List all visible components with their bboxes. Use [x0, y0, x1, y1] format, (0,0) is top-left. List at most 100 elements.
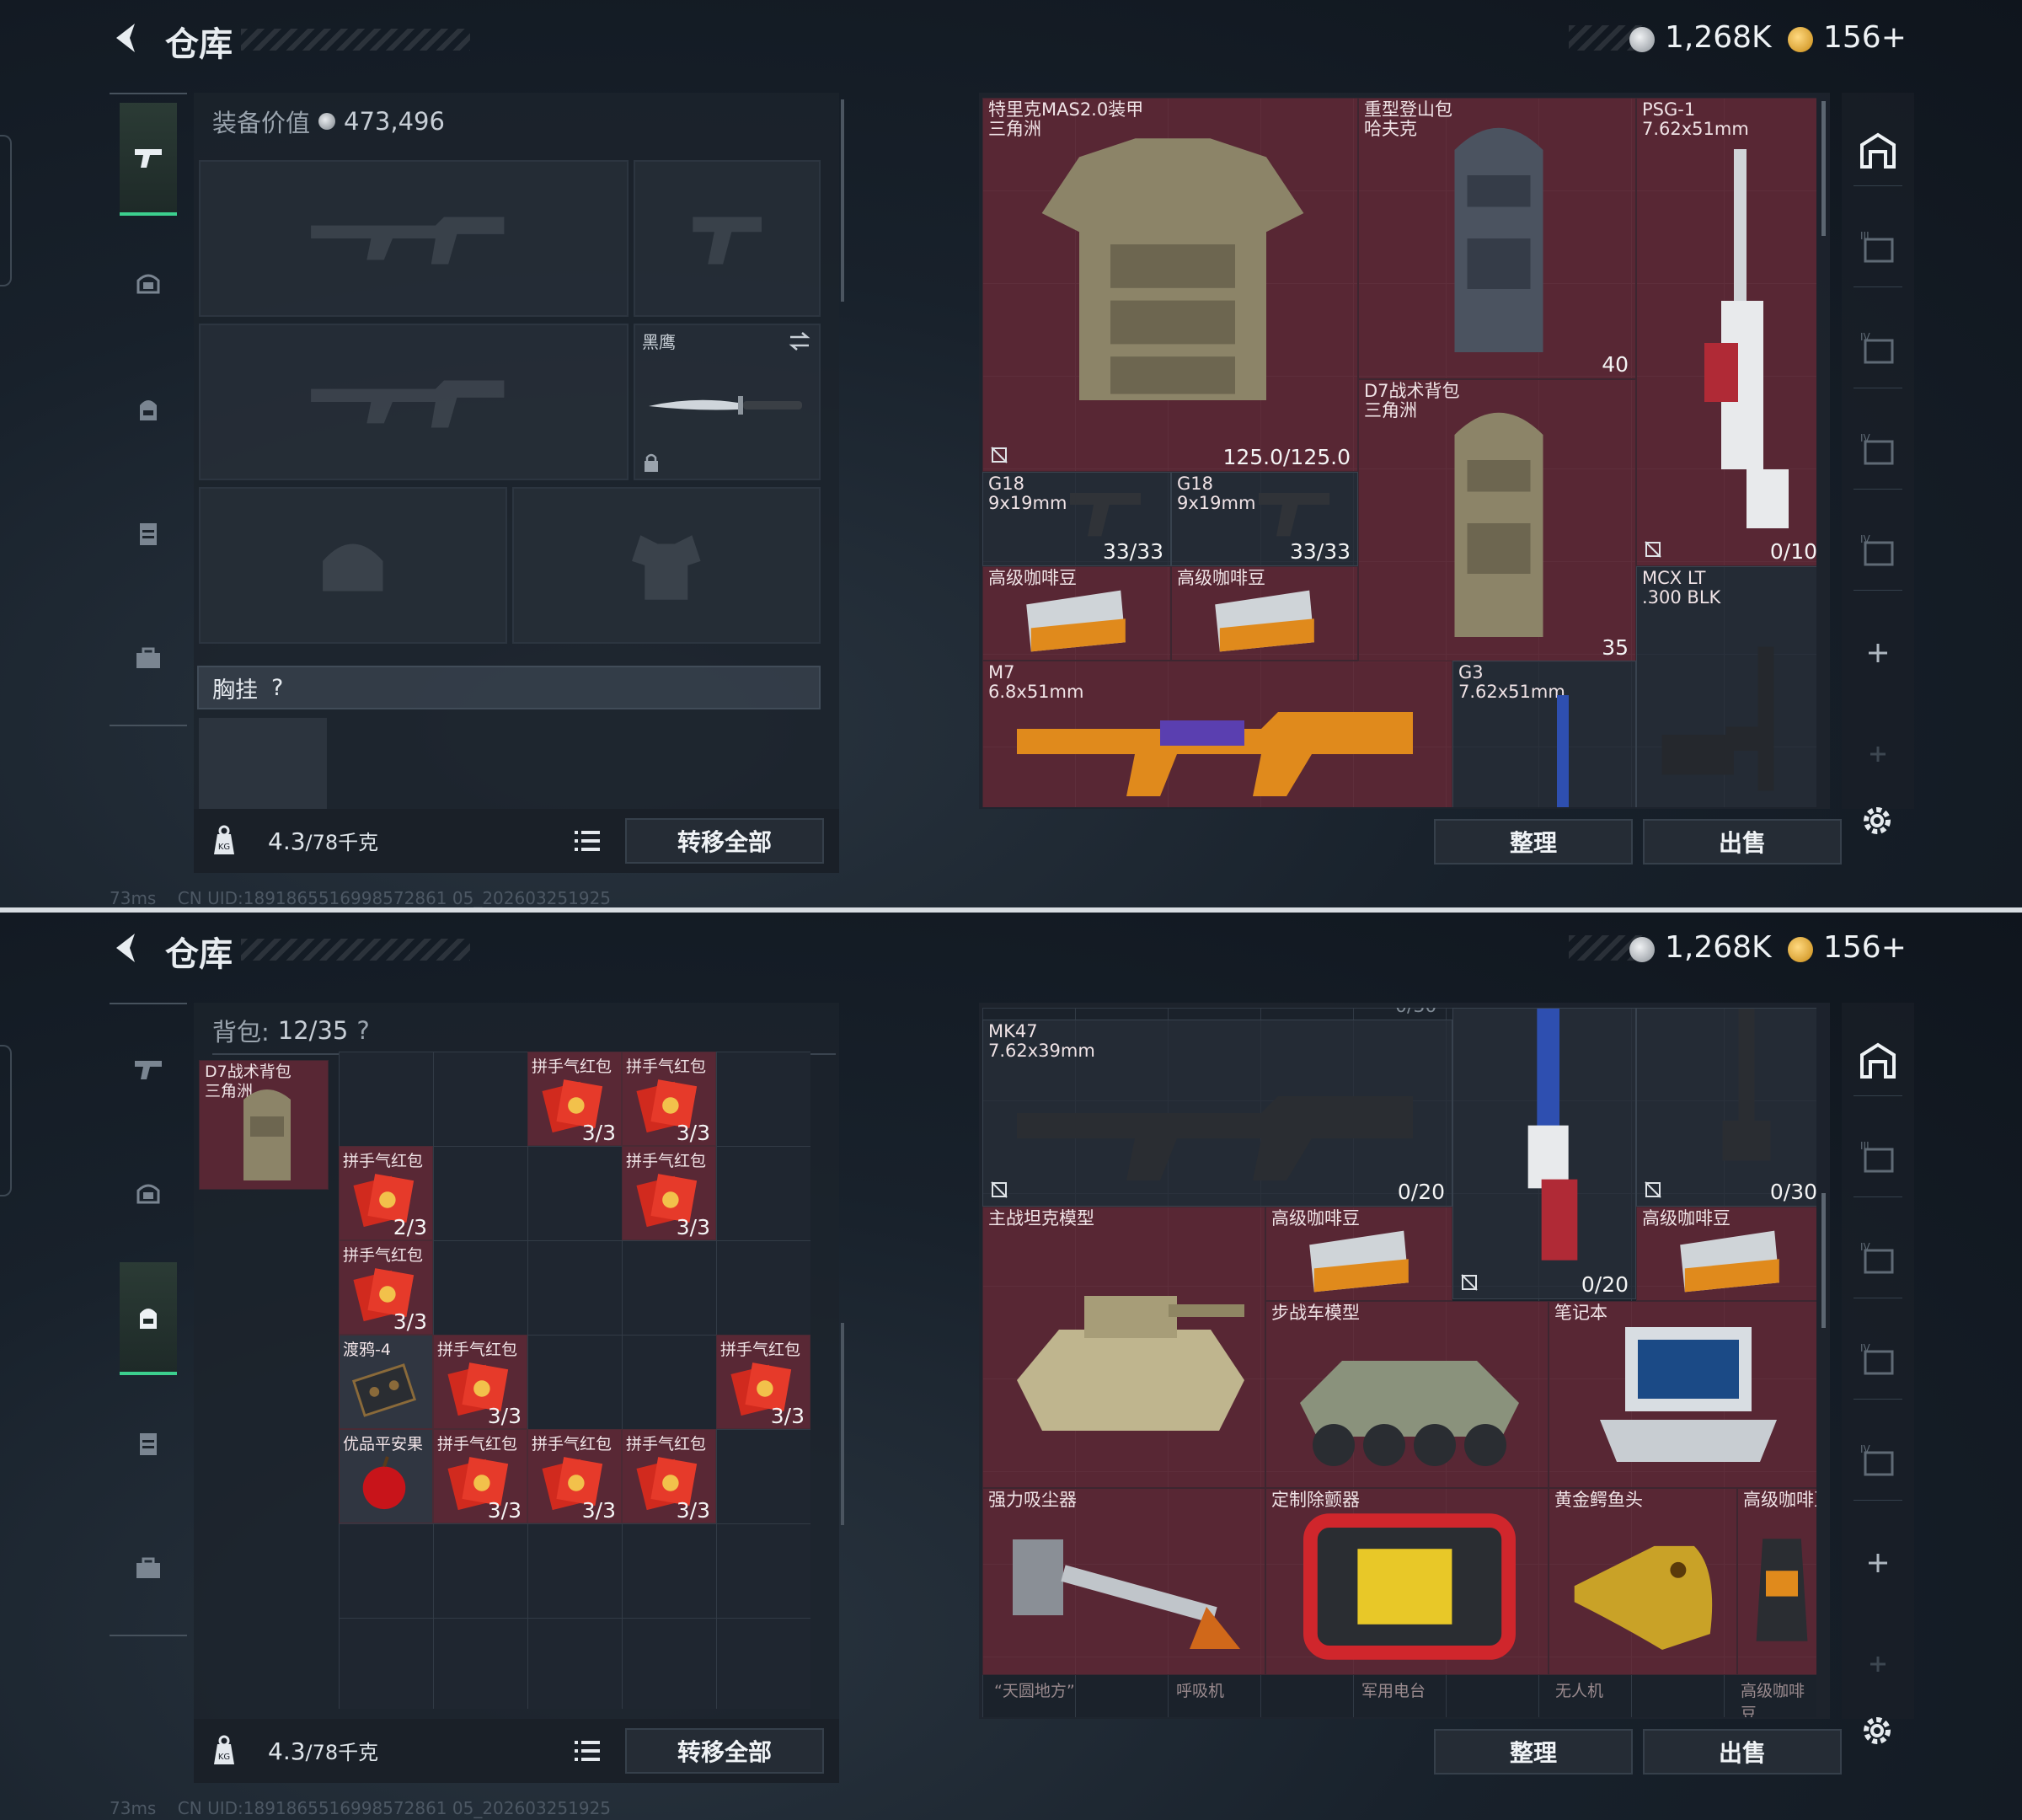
- stash-item-g3[interactable]: G3 7.62x51mm: [1452, 661, 1636, 807]
- tab-vest[interactable]: [120, 1387, 177, 1500]
- side-drawer-tab[interactable]: [0, 135, 12, 286]
- item-name: 渡鸦-4: [343, 1341, 391, 1359]
- stash-page-4-icon[interactable]: IV: [1857, 1239, 1899, 1281]
- tab-backpack[interactable]: [120, 352, 177, 465]
- stash-page-3-icon[interactable]: III: [1857, 1138, 1899, 1180]
- stash-item-painted-rifle[interactable]: 0/20: [1452, 1008, 1636, 1299]
- gear-icon[interactable]: [1859, 1712, 1896, 1749]
- scrollbar[interactable]: [1821, 1193, 1826, 1328]
- tab-case[interactable]: [120, 1512, 177, 1625]
- side-drawer-tab[interactable]: [0, 1045, 12, 1196]
- stash-item-g18-b[interactable]: G18 9x19mm 33/33: [1171, 472, 1358, 566]
- scrollbar[interactable]: [841, 1323, 844, 1525]
- tab-helmet[interactable]: [120, 228, 177, 340]
- stash-page-3-icon[interactable]: III: [1857, 228, 1899, 270]
- bag-item-red-packet[interactable]: 拼手气红包 3/3: [622, 1146, 716, 1240]
- stash-item-vacuum[interactable]: 强力吸尘器: [982, 1488, 1265, 1675]
- secondary-weapon-slot[interactable]: [199, 324, 629, 480]
- stash-item-d7-pack[interactable]: D7战术背包 三角洲 35: [1358, 379, 1636, 662]
- scrollbar[interactable]: [841, 99, 844, 302]
- stash-page-4c-icon[interactable]: IV: [1857, 531, 1899, 573]
- warehouse-icon[interactable]: [1857, 130, 1899, 172]
- gold-coin-icon: [1788, 937, 1813, 962]
- stash-item-rifle-stock[interactable]: 0/30: [1636, 1008, 1816, 1207]
- help-icon[interactable]: ?: [356, 1016, 369, 1045]
- chest-rig-bar[interactable]: 胸挂 ?: [197, 666, 821, 709]
- bag-item-red-packet[interactable]: 拼手气红包 3/3: [527, 1429, 622, 1523]
- melee-slot[interactable]: 黑鹰: [634, 324, 821, 480]
- stash-page-4b-icon[interactable]: IV: [1857, 430, 1899, 472]
- stash-item-defibrillator[interactable]: 定制除颤器: [1265, 1488, 1549, 1675]
- bag-item-red-packet[interactable]: 拼手气红包 3/3: [716, 1335, 810, 1429]
- sort-button[interactable]: 整理: [1434, 819, 1633, 864]
- stash-item-m7[interactable]: M7 6.8x51mm: [982, 661, 1452, 807]
- pistol-slot[interactable]: [634, 160, 821, 317]
- stash-item-coffee[interactable]: 高级咖啡豆: [1265, 1207, 1452, 1301]
- bag-item-red-packet[interactable]: 拼手气红包 3/3: [433, 1335, 527, 1429]
- sort-button[interactable]: 整理: [1434, 1729, 1633, 1774]
- bag-item-red-packet[interactable]: 拼手气红包 2/3: [339, 1146, 433, 1240]
- gold-currency[interactable]: 156+: [1823, 930, 1907, 965]
- stash-item-coffee-b[interactable]: 高级咖啡豆: [1171, 566, 1358, 661]
- helmet-slot[interactable]: [199, 487, 507, 644]
- coffee-bag-icon: [1215, 590, 1314, 652]
- tab-helmet[interactable]: [120, 1138, 177, 1250]
- stash-item-gold-croc[interactable]: 黄金鳄鱼头: [1549, 1488, 1737, 1675]
- chest-rig-slot[interactable]: [199, 718, 327, 809]
- stash-item-mk47[interactable]: MK47 7.62x39mm 0/20: [982, 1020, 1452, 1207]
- warehouse-icon[interactable]: [1857, 1040, 1899, 1082]
- stash-page-4c-icon[interactable]: IV: [1857, 1441, 1899, 1483]
- add-page-icon[interactable]: [1857, 1542, 1899, 1584]
- bag-item-red-packet[interactable]: 拼手气红包 3/3: [622, 1429, 716, 1523]
- bag-item-raven-tape[interactable]: 渡鸦-4: [339, 1335, 433, 1429]
- stash-item-coffee[interactable]: 高级咖啡豆: [1636, 1207, 1816, 1301]
- stash-item-ifv-model[interactable]: 步战车模型: [1265, 1301, 1549, 1488]
- equipped-backpack[interactable]: D7战术背包 三角洲: [199, 1060, 329, 1190]
- tab-case[interactable]: [120, 602, 177, 715]
- scrollbar[interactable]: [1821, 101, 1826, 236]
- add-page-disabled-icon: [1870, 747, 1886, 762]
- bag-item-red-packet[interactable]: 拼手气红包 3/3: [527, 1052, 622, 1146]
- tab-weapons[interactable]: [120, 103, 177, 216]
- bag-item-apple[interactable]: 优品平安果: [339, 1429, 433, 1523]
- stash-item-psg1[interactable]: PSG-1 7.62x51mm 0/10: [1636, 98, 1816, 566]
- help-icon[interactable]: ?: [271, 675, 283, 701]
- armor-slot[interactable]: [512, 487, 821, 644]
- stash-item-tank-model[interactable]: 主战坦克模型: [982, 1207, 1265, 1488]
- divider: [1854, 1399, 1902, 1400]
- bag-item-red-packet[interactable]: 拼手气红包 3/3: [622, 1052, 716, 1146]
- stash-item-mcx[interactable]: MCX LT .300 BLK: [1636, 566, 1816, 807]
- tab-vest[interactable]: [120, 477, 177, 590]
- gold-currency[interactable]: 156+: [1823, 20, 1907, 55]
- gold-coin-icon: [1788, 27, 1813, 52]
- rifle-icon: [1661, 646, 1774, 791]
- stash-item-laptop[interactable]: 笔记本: [1549, 1301, 1816, 1488]
- stash-item-coffee-a[interactable]: 高级咖啡豆: [982, 566, 1171, 661]
- stash-page-4b-icon[interactable]: IV: [1857, 1340, 1899, 1382]
- transfer-all-button[interactable]: 转移全部: [625, 1728, 824, 1774]
- item-count: 40: [1602, 352, 1629, 377]
- transfer-all-button[interactable]: 转移全部: [625, 818, 824, 864]
- stash-page-4-icon[interactable]: IV: [1857, 329, 1899, 371]
- list-icon[interactable]: [573, 1737, 602, 1764]
- primary-weapon-slot[interactable]: [199, 160, 629, 317]
- bag-item-red-packet[interactable]: 拼手气红包 3/3: [339, 1240, 433, 1335]
- stash-item-g18-a[interactable]: G18 9x19mm 33/33: [982, 472, 1171, 566]
- tab-backpack[interactable]: [120, 1262, 177, 1375]
- sell-button[interactable]: 出售: [1643, 1729, 1842, 1774]
- item-name: 拼手气红包: [532, 1057, 612, 1076]
- stash-item-armor[interactable]: 特里克MAS2.0装甲 三角洲 125.0/125.0: [982, 98, 1358, 472]
- tab-weapons[interactable]: [120, 1013, 177, 1126]
- swap-icon[interactable]: [787, 329, 812, 354]
- list-icon[interactable]: [573, 827, 602, 854]
- back-arrow-icon[interactable]: [108, 19, 147, 57]
- stash-item-coffee[interactable]: 高级咖啡豆: [1737, 1488, 1816, 1675]
- add-page-icon[interactable]: [1857, 632, 1899, 674]
- stash-item-mountain-pack[interactable]: 重型登山包 哈夫克 40: [1358, 98, 1636, 379]
- sell-button[interactable]: 出售: [1643, 819, 1842, 864]
- bag-item-red-packet[interactable]: 拼手气红包 3/3: [433, 1429, 527, 1523]
- gear-icon[interactable]: [1859, 802, 1896, 839]
- warehouse-screen-equipment: 仓库 1,268K 156+ 装备价值 473,496 黑鹰 胸挂 ? KG 4…: [0, 0, 2022, 910]
- back-arrow-icon[interactable]: [108, 929, 147, 967]
- ping: 73ms: [110, 1798, 157, 1818]
